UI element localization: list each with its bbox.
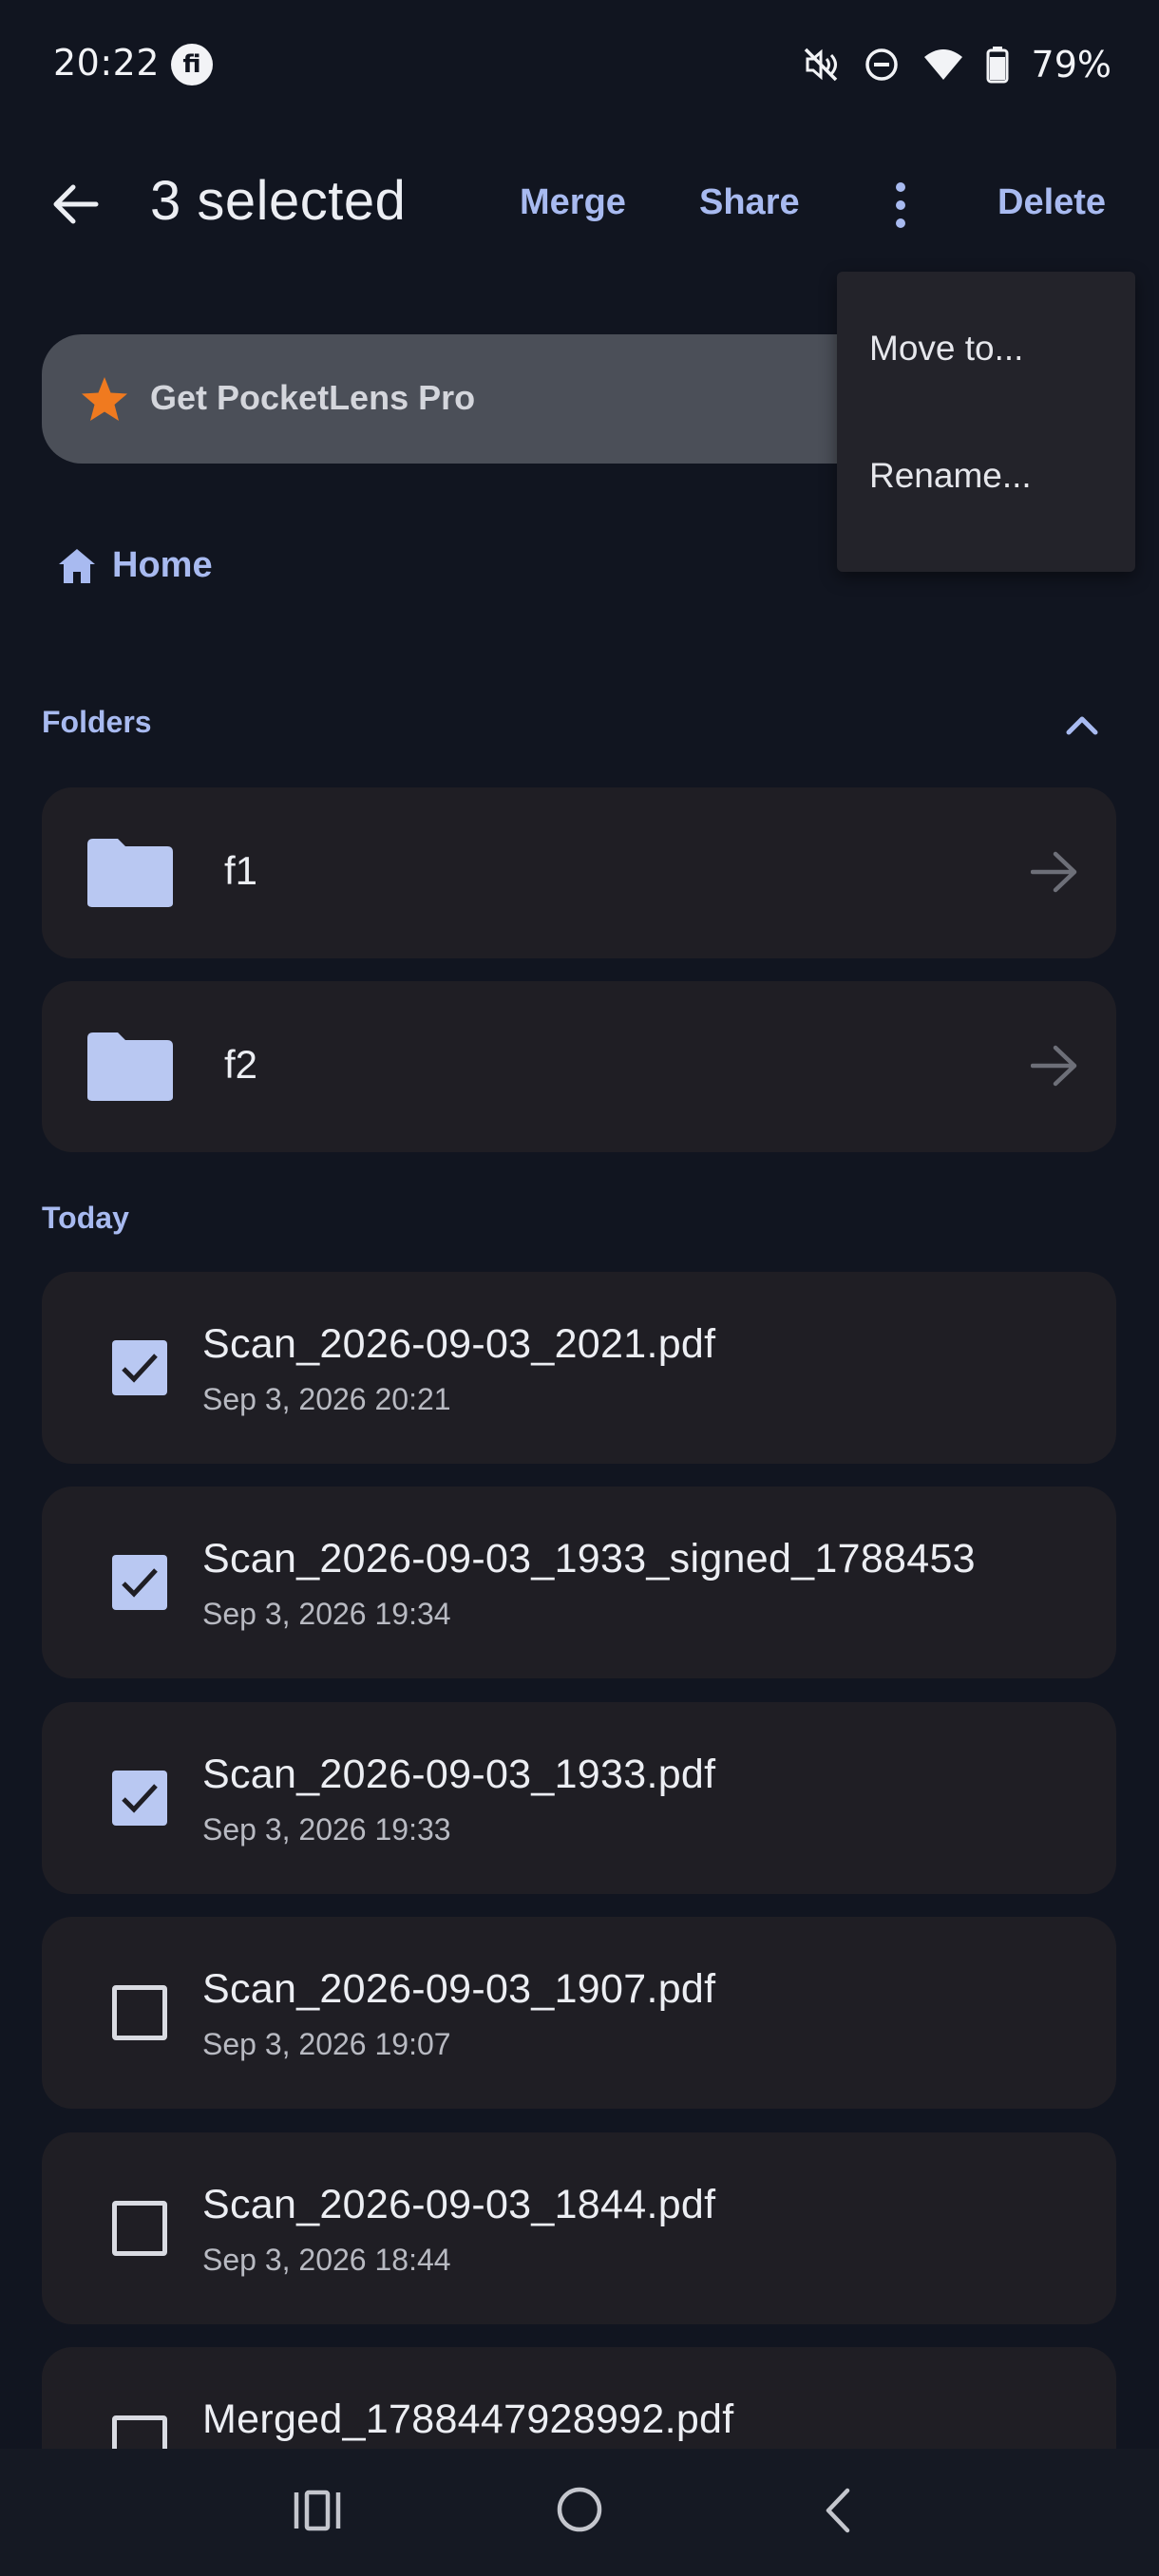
check-icon: [122, 1568, 158, 1598]
file-checkbox[interactable]: [112, 1555, 167, 1610]
delete-button[interactable]: Delete: [998, 182, 1106, 223]
file-name: Scan_2026-09-03_1933_signed_1788453: [202, 1536, 976, 1582]
more-options-button[interactable]: [872, 177, 929, 234]
file-item[interactable]: Scan_2026-09-03_1844.pdf Sep 3, 2026 18:…: [42, 2132, 1116, 2324]
menu-item-move-to[interactable]: Move to...: [837, 287, 1135, 410]
file-item[interactable]: Scan_2026-09-03_1933.pdf Sep 3, 2026 19:…: [42, 1702, 1116, 1894]
file-checkbox[interactable]: [112, 2201, 167, 2256]
file-item[interactable]: Merged_1788447928992.pdf: [42, 2347, 1116, 2449]
folder-icon: [87, 839, 173, 907]
folder-icon: [87, 1032, 173, 1101]
collapse-folders-button[interactable]: [1058, 701, 1106, 748]
mute-vibrate-icon: [802, 46, 840, 84]
today-section-header: Today: [42, 1201, 129, 1235]
file-checkbox[interactable]: [112, 1985, 167, 2040]
file-checkbox[interactable]: [112, 2415, 167, 2449]
more-vert-icon: [896, 182, 905, 228]
home-circle-icon: [557, 2487, 602, 2532]
recents-icon: [294, 2490, 341, 2531]
file-date: Sep 3, 2026 19:07: [202, 2027, 451, 2061]
arrow-forward-icon: [1031, 1045, 1077, 1087]
file-date: Sep 3, 2026 18:44: [202, 2243, 451, 2277]
file-date: Sep 3, 2026 19:34: [202, 1597, 451, 1631]
breadcrumb-home[interactable]: Home: [112, 545, 213, 586]
selection-title: 3 selected: [150, 170, 407, 232]
menu-item-rename[interactable]: Rename...: [837, 414, 1135, 538]
home-nav-button[interactable]: [555, 2485, 604, 2538]
star-icon: [82, 377, 127, 421]
status-icons: 79%: [802, 38, 1112, 91]
file-name: Scan_2026-09-03_1844.pdf: [202, 2182, 716, 2227]
battery-percent: 79%: [1031, 44, 1112, 85]
do-not-disturb-icon: [863, 46, 901, 84]
arrow-forward-icon: [1031, 851, 1077, 893]
battery-icon: [986, 46, 1009, 84]
check-icon: [122, 1354, 158, 1383]
chevron-up-icon: [1066, 716, 1098, 735]
status-time: 20:22: [53, 42, 161, 84]
file-item[interactable]: Scan_2026-09-03_1907.pdf Sep 3, 2026 19:…: [42, 1917, 1116, 2109]
file-date: Sep 3, 2026 20:21: [202, 1382, 451, 1416]
folder-name: f2: [224, 1042, 258, 1087]
folders-section-header: Folders: [42, 705, 152, 739]
file-name: Scan_2026-09-03_1907.pdf: [202, 1966, 716, 2012]
promo-label: Get PocketLens Pro: [150, 378, 476, 417]
file-checkbox[interactable]: [112, 1771, 167, 1826]
file-name: Scan_2026-09-03_2021.pdf: [202, 1321, 716, 1367]
notification-app-icon: fi: [171, 44, 213, 85]
folder-item-f2[interactable]: f2: [42, 981, 1116, 1152]
share-button[interactable]: Share: [699, 182, 800, 223]
arrow-back-icon: [53, 184, 99, 224]
recents-button[interactable]: [293, 2489, 342, 2536]
merge-button[interactable]: Merge: [520, 182, 626, 223]
file-date: Sep 3, 2026 19:33: [202, 1812, 451, 1847]
file-item[interactable]: Scan_2026-09-03_1933_signed_1788453 Sep …: [42, 1487, 1116, 1678]
back-nav-button[interactable]: [819, 2487, 857, 2538]
overflow-menu: Move to... Rename...: [837, 272, 1135, 572]
file-checkbox[interactable]: [112, 1340, 167, 1395]
chevron-left-icon: [826, 2488, 850, 2533]
file-name: Scan_2026-09-03_1933.pdf: [202, 1752, 716, 1797]
home-icon: [59, 549, 95, 583]
status-bar: 20:22 fi 79%: [0, 0, 1159, 133]
check-icon: [122, 1784, 158, 1813]
back-button[interactable]: [42, 171, 108, 237]
file-item[interactable]: Scan_2026-09-03_2021.pdf Sep 3, 2026 20:…: [42, 1272, 1116, 1464]
folder-name: f1: [224, 848, 258, 893]
system-nav-bar: [0, 2449, 1159, 2576]
file-name: Merged_1788447928992.pdf: [202, 2396, 734, 2442]
folder-item-f1[interactable]: f1: [42, 787, 1116, 958]
wifi-icon: [923, 47, 963, 82]
